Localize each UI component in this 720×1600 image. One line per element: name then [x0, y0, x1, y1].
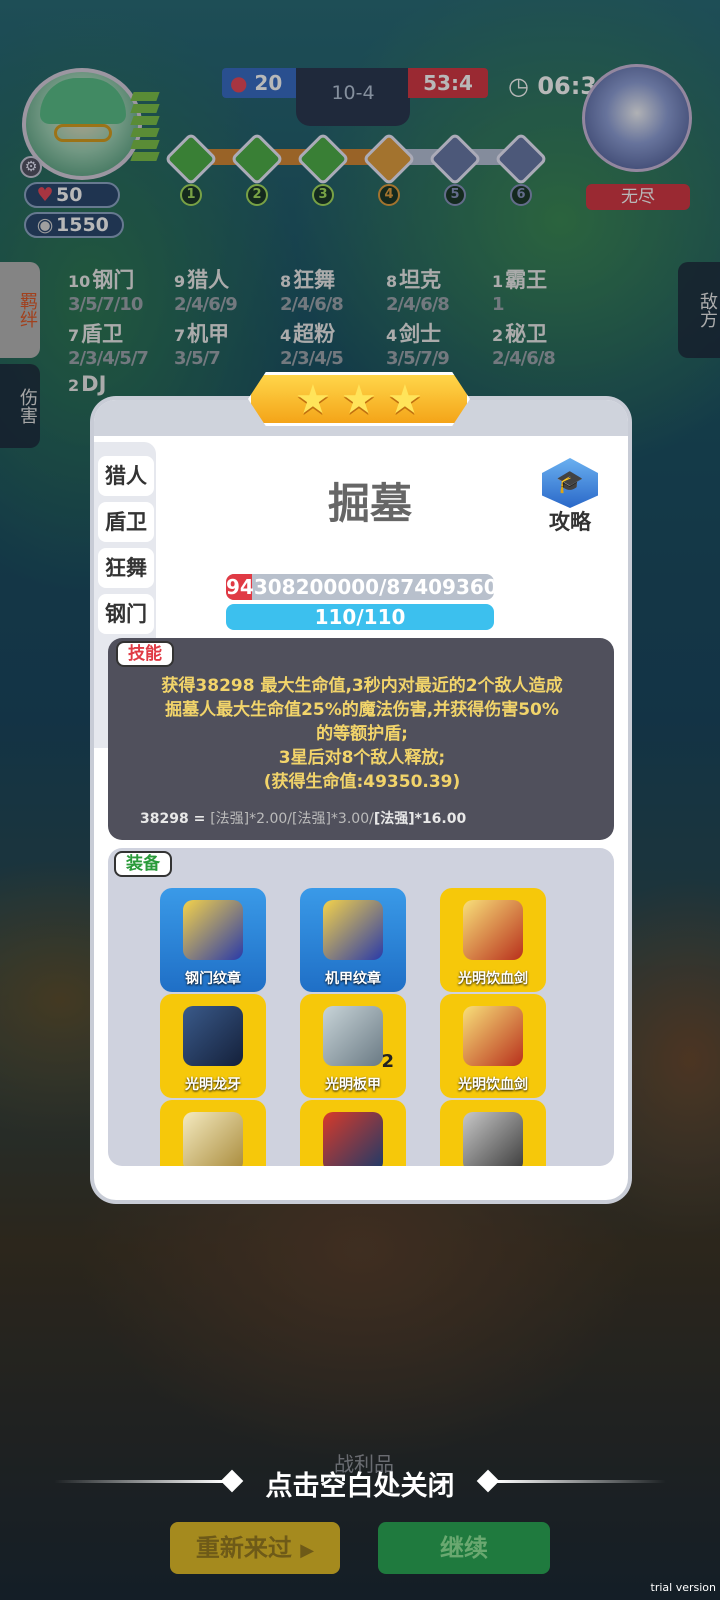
retry-button[interactable]: 重新来过 ▶ — [170, 1522, 340, 1574]
skill-tag: 技能 — [116, 641, 174, 667]
armor-icon — [183, 1006, 243, 1066]
equipment-slot[interactable] — [160, 1100, 266, 1166]
close-hint-text: 点击空白处关闭 — [265, 1471, 455, 1502]
unit-health-value: 94308200000/8740936000 — [226, 575, 494, 599]
equipment-slot[interactable] — [440, 1100, 546, 1166]
plate-armor-icon — [323, 1006, 383, 1066]
continue-button[interactable]: 继续 — [378, 1522, 550, 1574]
emblem-icon — [183, 900, 243, 960]
video-icon: ▶ — [300, 1540, 315, 1561]
unit-list-item[interactable]: 盾卫 — [98, 502, 154, 542]
scythe-icon — [463, 1006, 523, 1066]
star-icon: ★ — [341, 377, 377, 423]
graduation-cap-icon: 🎓 — [556, 470, 584, 495]
guide-button[interactable]: 🎓 攻略 — [536, 458, 604, 534]
unit-health-bar: 94308200000/8740936000 — [226, 574, 494, 600]
skill-description: 获得38298 最大生命值,3秒内对最近的2个敌人造成 掘墓人最大生命值25%的… — [161, 676, 563, 792]
spiked-helmet-icon — [463, 1112, 523, 1166]
equipment-slot[interactable]: 钢门纹章 — [160, 888, 266, 992]
star-icon: ★ — [295, 377, 331, 423]
equipment-slot[interactable]: 光明龙牙 — [160, 994, 266, 1098]
star-icon: ★ — [387, 377, 423, 423]
unit-mana-bar: 110/110 — [226, 604, 494, 630]
equipment-tag: 装备 — [114, 851, 172, 877]
equipment-slot[interactable]: 光明饮血剑 — [440, 888, 546, 992]
guide-label: 攻略 — [549, 510, 591, 534]
unit-list-item[interactable]: 钢门 — [98, 594, 154, 634]
helmet-icon — [183, 1112, 243, 1166]
unit-list-item[interactable]: 猎人 — [98, 456, 154, 496]
equipment-slot[interactable] — [300, 1100, 406, 1166]
equipment-slot[interactable]: 光明饮血剑 — [440, 994, 546, 1098]
coat-icon — [323, 1112, 383, 1166]
unit-list-item[interactable]: 狂舞 — [98, 548, 154, 588]
scythe-icon — [463, 900, 523, 960]
equipment-slot[interactable]: 机甲纹章 — [300, 888, 406, 992]
equipment-slot[interactable]: 光明板甲 2 — [300, 994, 406, 1098]
skill-formula: 38298 = [法强]*2.00/[法强]*3.00/[法强]*16.00 — [140, 811, 467, 827]
emblem-icon — [323, 900, 383, 960]
star-rating-banner: ★ ★ ★ — [248, 372, 470, 426]
unit-name: 掘墓 — [327, 479, 412, 528]
trial-version-label: trial version — [650, 1581, 716, 1594]
equipment-count: 2 — [381, 1051, 394, 1072]
